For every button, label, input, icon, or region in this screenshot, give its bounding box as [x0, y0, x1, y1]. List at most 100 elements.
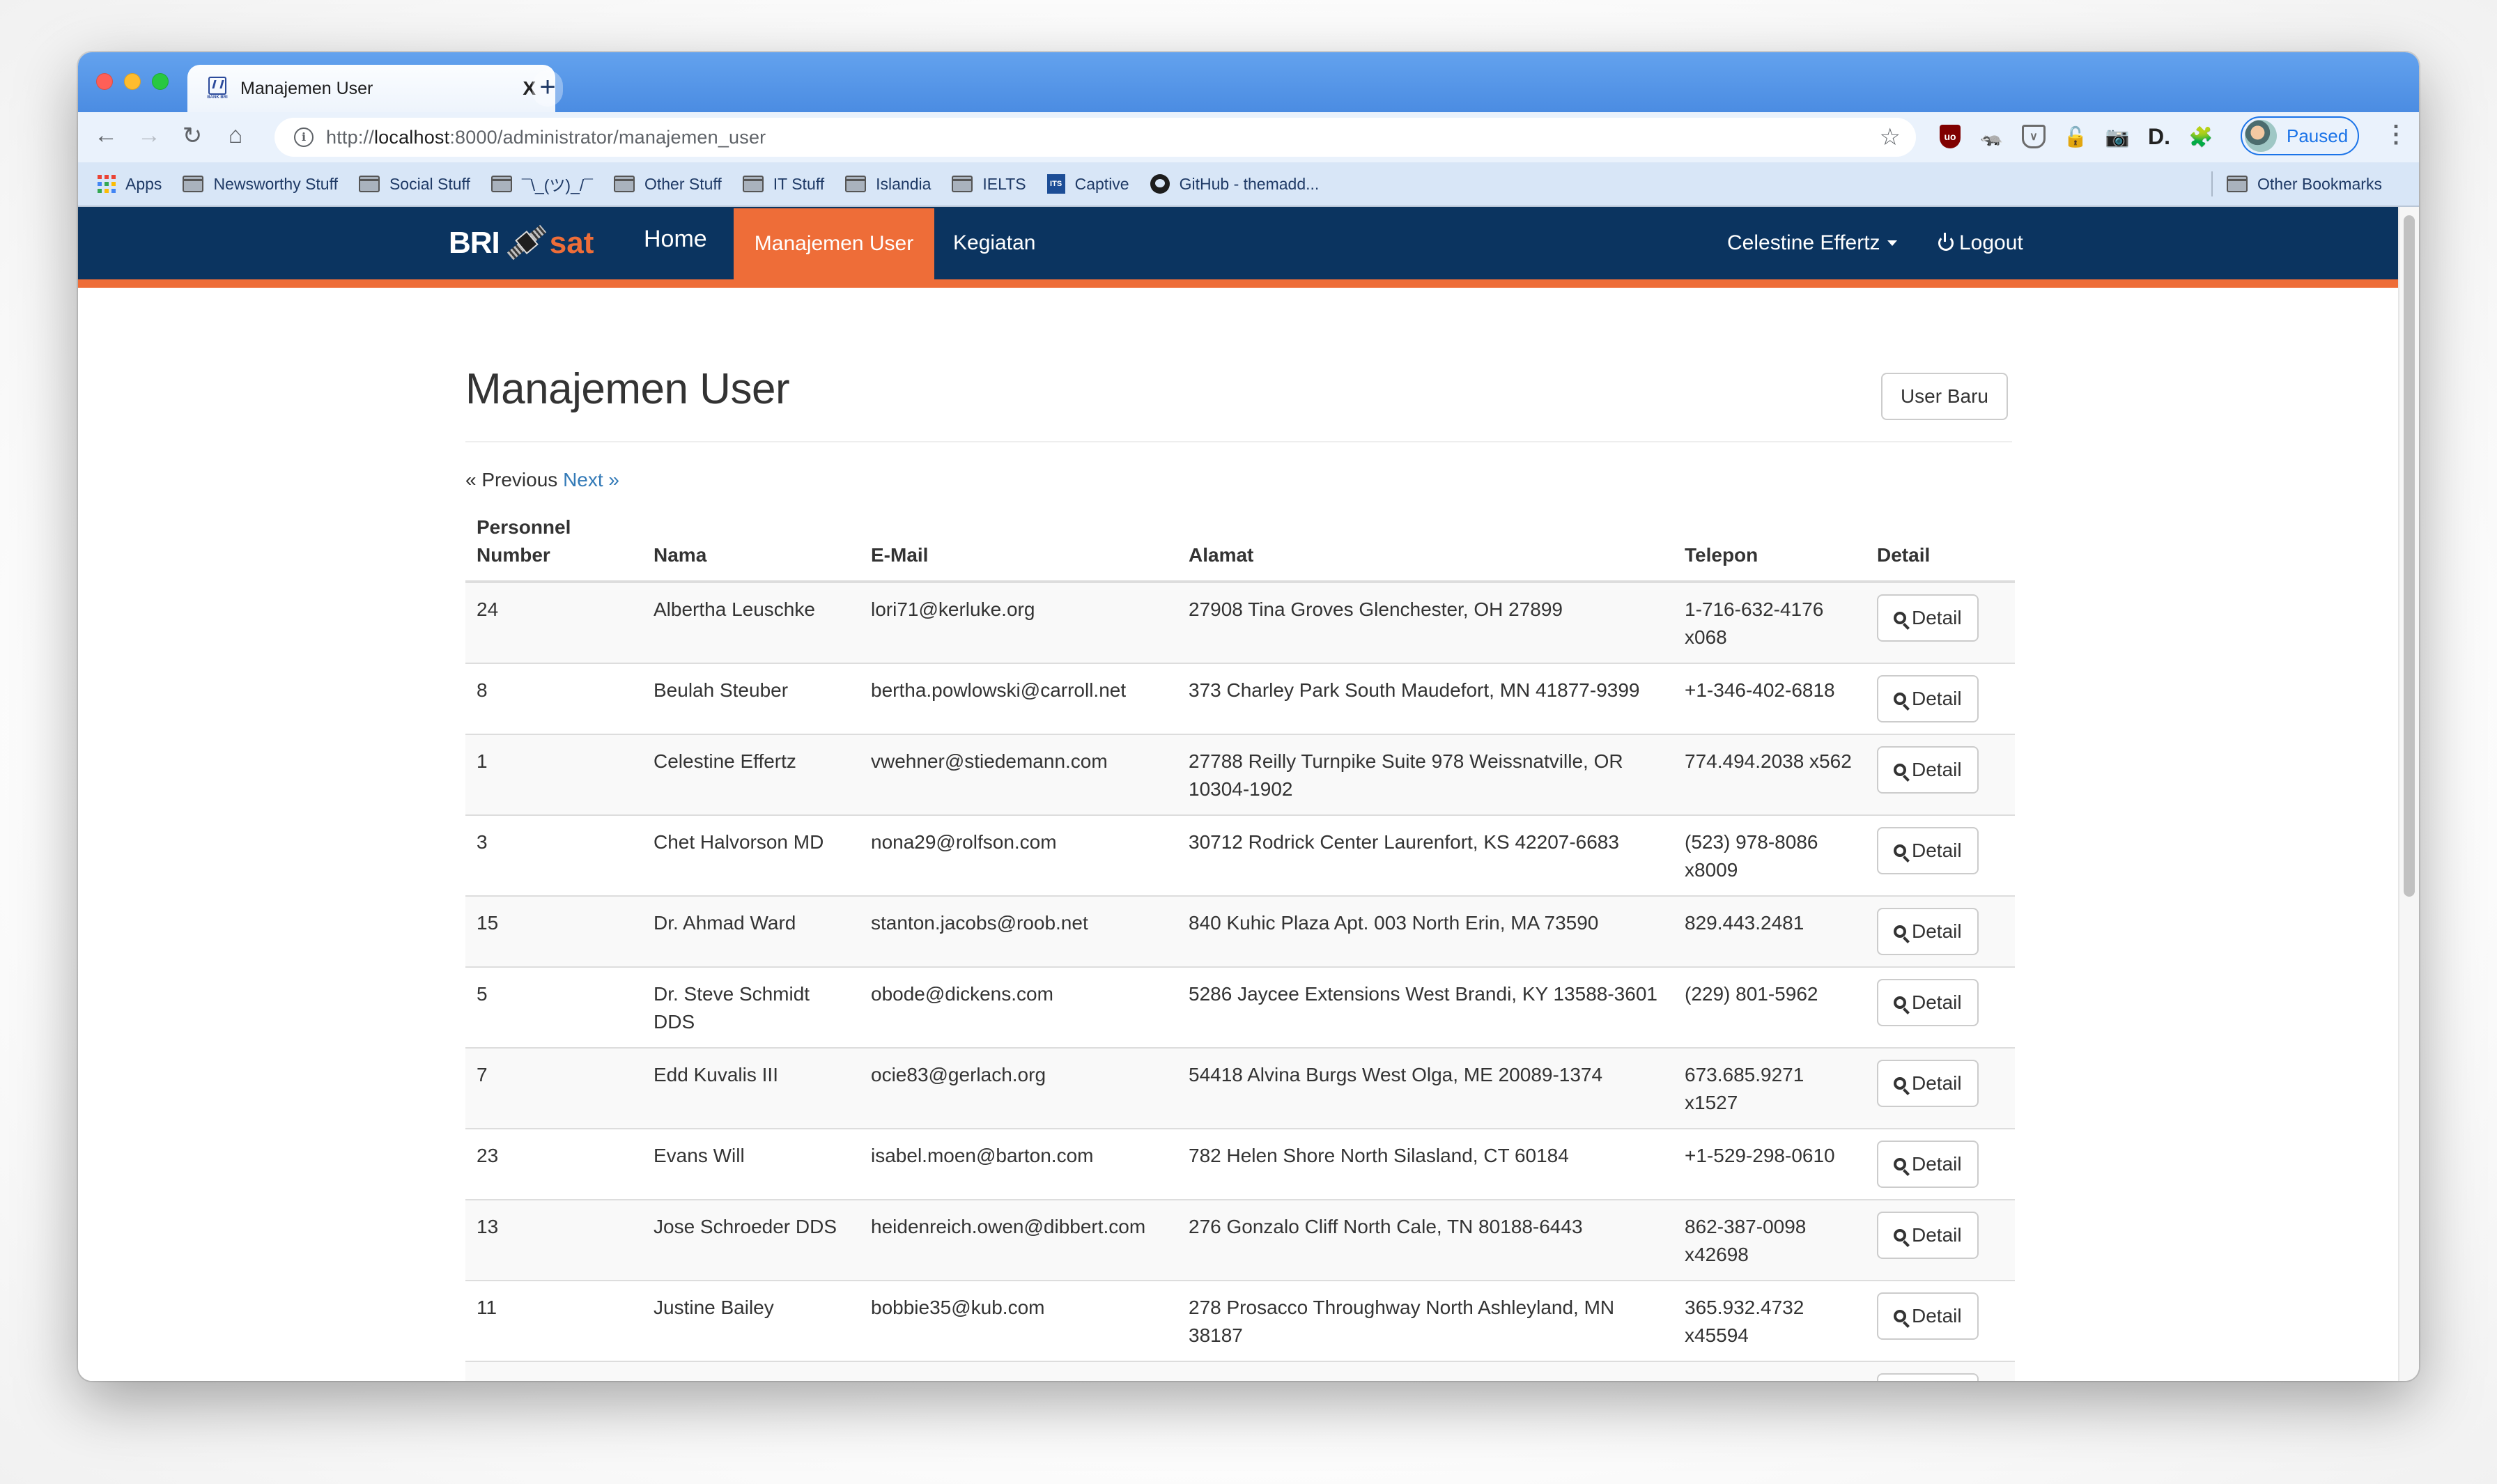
folder-icon — [613, 176, 635, 192]
detail-button[interactable]: Detail — [1877, 746, 1979, 794]
previous-page-disabled: « Previous — [465, 469, 558, 490]
cell-personnel-number: 10 — [465, 1361, 642, 1381]
site-navbar: BRI sat Home Manajemen User Kegiatan Cel… — [78, 207, 2398, 279]
profile-button[interactable]: Paused — [2241, 116, 2359, 155]
page-title: Manajemen User — [465, 365, 790, 413]
bookmark-captive[interactable]: ITS Captive — [1046, 174, 1129, 194]
cell-address: 840 Kuhic Plaza Apt. 003 North Erin, MA … — [1177, 895, 1673, 967]
cell-detail: Detail — [1866, 581, 2015, 663]
cell-address: 27908 Tina Groves Glenchester, OH 27899 — [1177, 581, 1673, 663]
brand-logo[interactable]: BRI sat — [449, 222, 594, 264]
more-menu-icon[interactable]: ⋮ — [2384, 121, 2408, 148]
pocket-icon[interactable]: ∨ — [2020, 119, 2047, 154]
detail-button[interactable]: Detail — [1877, 1060, 1979, 1107]
cell-personnel-number: 13 — [465, 1199, 642, 1281]
detail-button[interactable]: Detail — [1877, 1292, 1979, 1340]
scrollbar-thumb[interactable] — [2404, 215, 2415, 897]
bookmark-star-icon[interactable]: ☆ — [1880, 123, 1901, 151]
bookmark-other-stuff[interactable]: Other Stuff — [613, 175, 722, 194]
search-icon — [1894, 925, 1906, 938]
detail-label: Detail — [1912, 607, 1962, 628]
bookmark-social-stuff[interactable]: Social Stuff — [358, 175, 470, 194]
ublock-origin-icon[interactable]: uo — [1937, 119, 1963, 154]
cell-email: bobbie35@kub.com — [860, 1280, 1177, 1361]
cell-address: 30712 Rodrick Center Laurenfort, KS 4220… — [1177, 814, 1673, 896]
cell-detail: Detail — [1866, 966, 2015, 1048]
bookmark-newsworthy-stuff[interactable]: Newsworthy Stuff — [183, 175, 338, 194]
d-extension-icon[interactable]: D. — [2146, 119, 2172, 154]
privacy-badger-icon[interactable]: 🦡 — [1979, 119, 2005, 154]
cell-name: Dr. Ahmad Ward — [642, 895, 860, 967]
new-tab-button[interactable]: + — [532, 70, 563, 107]
lock-icon[interactable]: 🔓 — [2062, 119, 2089, 154]
cell-name: Kane Kuvalis — [642, 1361, 860, 1381]
nav-kegiatan[interactable]: Kegiatan — [953, 207, 1035, 279]
cell-phone: (229) 801-5962 — [1673, 966, 1866, 1048]
cell-email: lori71@kerluke.org — [860, 581, 1177, 663]
cell-email: katarina27@oconnell.com — [860, 1361, 1177, 1381]
table-row: 15 Dr. Ahmad Ward stanton.jacobs@roob.ne… — [465, 895, 2015, 967]
url-text[interactable]: http://localhost:8000/administrator/mana… — [326, 127, 766, 148]
bookmarks-divider — [2211, 171, 2213, 196]
next-page-link[interactable]: Next » — [563, 469, 619, 490]
column-header-alamat: Alamat — [1177, 502, 1673, 583]
tab-manajemen-user[interactable]: BANK BRI Manajemen User X — [187, 65, 555, 112]
table-header-row: Personnel Number Nama E-Mail Alamat Tele… — [465, 502, 2015, 583]
minimize-window-button[interactable] — [124, 73, 141, 90]
logout-link[interactable]: Logout — [1938, 207, 2023, 279]
bookmark-ielts[interactable]: IELTS — [952, 175, 1026, 194]
new-user-button[interactable]: User Baru — [1880, 373, 2008, 420]
detail-button[interactable]: Detail — [1877, 675, 1979, 722]
detail-button[interactable]: Detail — [1877, 594, 1979, 642]
close-window-button[interactable] — [96, 73, 113, 90]
home-icon[interactable]: ⌂ — [220, 122, 251, 149]
bookmarks-bar: Apps Newsworthy Stuff Social Stuff ¯\_(ツ… — [78, 162, 2419, 207]
cell-personnel-number: 11 — [465, 1280, 642, 1361]
power-icon — [1938, 233, 1954, 251]
profile-status: Paused — [2287, 125, 2349, 146]
detail-button[interactable]: Detail — [1877, 827, 1979, 874]
column-header-detail: Detail — [1866, 502, 2015, 583]
detail-label: Detail — [1912, 1072, 1962, 1094]
bookmark-islandia[interactable]: Islandia — [845, 175, 931, 194]
camera-icon[interactable]: 📷 — [2104, 119, 2131, 154]
cell-phone: +1-346-402-6818 — [1673, 663, 1866, 734]
bookmark-it-stuff[interactable]: IT Stuff — [742, 175, 824, 194]
other-bookmarks[interactable]: Other Bookmarks — [2227, 162, 2382, 206]
page-scrollbar[interactable] — [2398, 207, 2419, 1381]
detail-button[interactable]: Detail — [1877, 908, 1979, 955]
forward-arrow-icon[interactable]: → — [134, 122, 164, 149]
detail-label: Detail — [1912, 920, 1962, 942]
detail-button[interactable]: Detail — [1877, 979, 1979, 1026]
nav-home[interactable]: Home — [644, 207, 707, 275]
cell-address: 54418 Alvina Burgs West Olga, ME 20089-1… — [1177, 1047, 1673, 1129]
nav-manajemen-user[interactable]: Manajemen User — [734, 208, 934, 279]
window-controls — [96, 73, 169, 90]
cell-name: Dr. Steve Schmidt DDS — [642, 966, 860, 1048]
detail-button[interactable]: Detail — [1877, 1373, 1979, 1381]
cell-phone: (523) 978-8086 x8009 — [1673, 814, 1866, 896]
bookmark-apps[interactable]: Apps — [98, 175, 162, 194]
cell-personnel-number: 24 — [465, 581, 642, 663]
user-menu-dropdown[interactable]: Celestine Effertz — [1727, 207, 1897, 279]
back-arrow-icon[interactable]: ← — [91, 122, 121, 149]
page-viewport: BRI sat Home Manajemen User Kegiatan Cel… — [78, 207, 2398, 1381]
bookmark-shrug[interactable]: ¯\_(ツ)_/¯ — [490, 172, 593, 196]
address-bar[interactable]: i http://localhost:8000/administrator/ma… — [275, 118, 1916, 157]
detail-button[interactable]: Detail — [1877, 1212, 1979, 1259]
cell-name: Justine Bailey — [642, 1280, 860, 1361]
detail-button[interactable]: Detail — [1877, 1141, 1979, 1188]
maximize-window-button[interactable] — [152, 73, 169, 90]
reload-icon[interactable]: ↻ — [177, 122, 208, 150]
puzzle-icon[interactable]: 🧩 — [2188, 119, 2214, 154]
cell-address: 373 Charley Park South Maudefort, MN 418… — [1177, 663, 1673, 734]
site-info-icon[interactable]: i — [294, 127, 314, 147]
brand-bri-text: BRI — [449, 226, 500, 260]
browser-window: BANK BRI Manajemen User X + ← → ↻ ⌂ i ht… — [78, 52, 2419, 1381]
cell-phone: 365.932.4732 x45594 — [1673, 1280, 1866, 1361]
tab-strip: BANK BRI Manajemen User X + — [78, 52, 2419, 112]
folder-icon — [952, 176, 973, 192]
cell-address: 276 Gonzalo Cliff North Cale, TN 80188-6… — [1177, 1199, 1673, 1281]
bookmark-github[interactable]: GitHub - themadd... — [1150, 174, 1319, 194]
cell-phone: 673.685.9271 x1527 — [1673, 1047, 1866, 1129]
